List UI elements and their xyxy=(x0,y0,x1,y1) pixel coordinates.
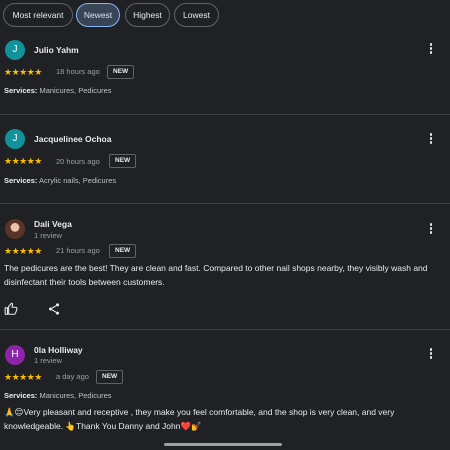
review-time: 21 hours ago xyxy=(56,246,100,255)
review-time: 18 hours ago xyxy=(56,67,100,76)
share-icon[interactable] xyxy=(47,302,61,316)
review-time: 20 hours ago xyxy=(56,157,100,166)
sort-filter-bar: Most relevant Newest Highest Lowest xyxy=(0,0,450,31)
services-label: Services: xyxy=(4,86,38,95)
review-text: The pedicures are the best! They are cle… xyxy=(4,263,428,287)
divider xyxy=(0,203,450,204)
new-badge: NEW xyxy=(107,65,135,79)
star-rating: ★★★★★ xyxy=(4,67,42,77)
avatar[interactable]: J xyxy=(5,129,25,149)
services-value: Manicures, Pedicures xyxy=(37,86,112,95)
review-time: a day ago xyxy=(56,372,89,381)
reviewer-name[interactable]: Dali Vega xyxy=(34,219,72,229)
more-vert-icon[interactable] xyxy=(426,133,436,147)
filter-most-relevant[interactable]: Most relevant xyxy=(3,3,73,27)
new-badge: NEW xyxy=(109,244,137,258)
star-rating: ★★★★★ xyxy=(4,156,42,166)
filter-lowest[interactable]: Lowest xyxy=(174,3,219,27)
avatar[interactable]: H xyxy=(5,345,25,365)
review-count: 1 review xyxy=(34,356,62,365)
divider xyxy=(0,114,450,115)
gesture-nav-handle[interactable] xyxy=(164,443,282,446)
more-vert-icon[interactable] xyxy=(426,43,436,57)
star-rating: ★★★★★ xyxy=(4,372,42,382)
avatar[interactable]: J xyxy=(5,40,25,60)
filter-highest[interactable]: Highest xyxy=(125,3,170,27)
more-vert-icon[interactable] xyxy=(426,223,436,237)
reviewer-name[interactable]: 0la Holliway xyxy=(34,345,83,355)
services-value: Acrylic nails, Pedicures xyxy=(37,176,117,185)
more-vert-icon[interactable] xyxy=(426,348,436,362)
services-label: Services: xyxy=(4,176,38,185)
reviewer-name[interactable]: Julio Yahm xyxy=(34,45,79,55)
new-badge: NEW xyxy=(96,370,124,384)
new-badge: NEW xyxy=(109,154,137,168)
filter-newest[interactable]: Newest xyxy=(76,3,120,27)
services-value: Manicures, Pedicures xyxy=(37,391,112,400)
star-rating: ★★★★★ xyxy=(4,246,42,256)
avatar-photo[interactable] xyxy=(5,219,25,239)
divider xyxy=(0,329,450,330)
services-line: Services: Acrylic nails, Pedicures xyxy=(4,176,116,185)
thumbs-up-icon[interactable] xyxy=(4,302,18,316)
services-line: Services: Manicures, Pedicures xyxy=(4,86,112,95)
review-text: 🙏😊Very pleasant and receptive , they mak… xyxy=(4,407,395,431)
reviewer-name[interactable]: Jacquelinee Ochoa xyxy=(34,134,111,144)
services-label: Services: xyxy=(4,391,38,400)
services-line: Services: Manicures, Pedicures xyxy=(4,391,112,400)
review-count: 1 review xyxy=(34,231,62,240)
